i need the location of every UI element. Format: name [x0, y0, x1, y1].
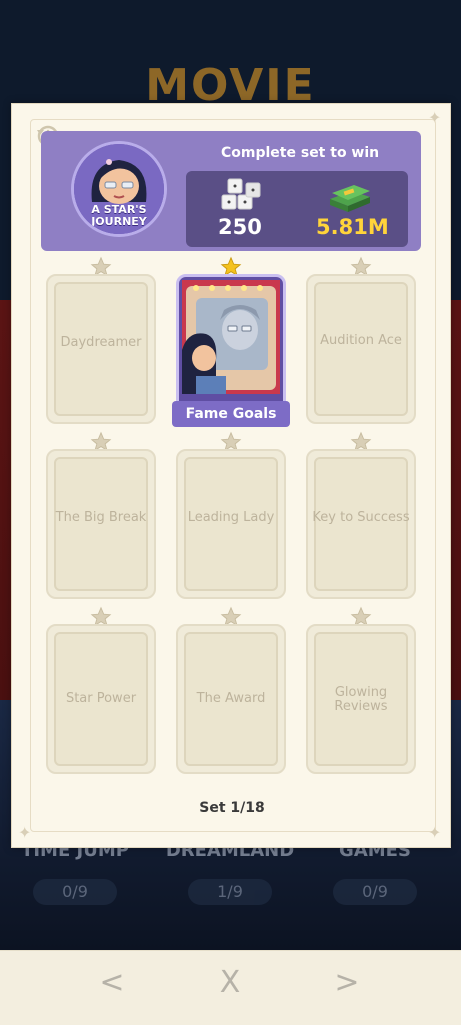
card-slot-fame-goals[interactable]: Fame Goals [172, 256, 290, 427]
card-name: Star Power [65, 691, 137, 706]
card-slot-the-big-break[interactable]: The Big Break [46, 431, 156, 599]
chevron-left-icon[interactable]: < [92, 963, 132, 1003]
card-name: Glowing Reviews [334, 685, 388, 714]
card-slot-star-power[interactable]: Star Power [46, 606, 156, 774]
card-slot-leading-lady[interactable]: Leading Lady [176, 431, 286, 599]
card-slot-the-award[interactable]: The Award [176, 606, 286, 774]
close-button[interactable]: X [220, 965, 241, 1000]
background-set-item: GAMES 0/9 [310, 840, 440, 905]
chevron-right-icon[interactable]: > [327, 963, 367, 1003]
card-slot-daydreamer[interactable]: Daydreamer [46, 256, 156, 424]
corner-ornament-icon: ✦ [18, 823, 32, 842]
fame-goals-artwork-icon [182, 280, 280, 394]
background-set-count: 0/9 [33, 879, 117, 905]
card-frame [314, 282, 408, 416]
sticker-set-modal: ✦ ✦ ✦ Complete set to win A STAR'S JOURN… [11, 103, 451, 848]
background-set-count: 0/9 [333, 879, 417, 905]
set-name-line: JOURNEY [91, 215, 147, 228]
card-name: Audition Ace [320, 333, 402, 348]
reward-dice-value: 250 [218, 215, 262, 239]
previous-set-button[interactable]: < [99, 965, 124, 1000]
corner-ornament-icon: ✦ [428, 823, 442, 842]
card-slot-glowing-reviews[interactable]: Glowing Reviews [306, 606, 416, 774]
next-set-button[interactable]: > [334, 965, 359, 1000]
set-badge: A STAR'S JOURNEY [71, 141, 167, 237]
card-name: The Big Break [55, 510, 147, 525]
reward-panel: 250 5.81M [186, 171, 408, 247]
bottom-navigation: < X > [0, 950, 461, 1025]
empty-card [306, 274, 416, 424]
reward-cash-value: 5.81M [316, 215, 389, 239]
set-header: Complete set to win A STAR'S JOURNEY 250… [41, 131, 421, 251]
corner-ornament-icon: ✦ [428, 108, 442, 127]
card-name: Key to Success [312, 510, 410, 525]
card-slot-audition-ace[interactable]: Audition Ace [306, 256, 416, 424]
close-icon[interactable]: X [210, 963, 250, 1003]
set-counter: Set 1/18 [199, 800, 265, 816]
background-set-list: TIME JUMP 0/9 DREAMLAND 1/9 GAMES 0/9 [0, 840, 461, 950]
card-name: Fame Goals [172, 401, 290, 427]
dice-icon [221, 178, 261, 210]
card-name: The Award [196, 691, 266, 706]
complete-set-prompt: Complete set to win [221, 145, 380, 161]
card-name: Daydreamer [60, 335, 142, 350]
background-set-item: DREAMLAND 1/9 [165, 840, 295, 905]
background-set-count: 1/9 [188, 879, 272, 905]
cash-stack-icon [330, 185, 370, 212]
set-name-label: A STAR'S JOURNEY [74, 204, 164, 228]
background-set-item: TIME JUMP 0/9 [10, 840, 140, 905]
card-name: Leading Lady [187, 510, 275, 525]
card-slot-key-to-success[interactable]: Key to Success [306, 431, 416, 599]
